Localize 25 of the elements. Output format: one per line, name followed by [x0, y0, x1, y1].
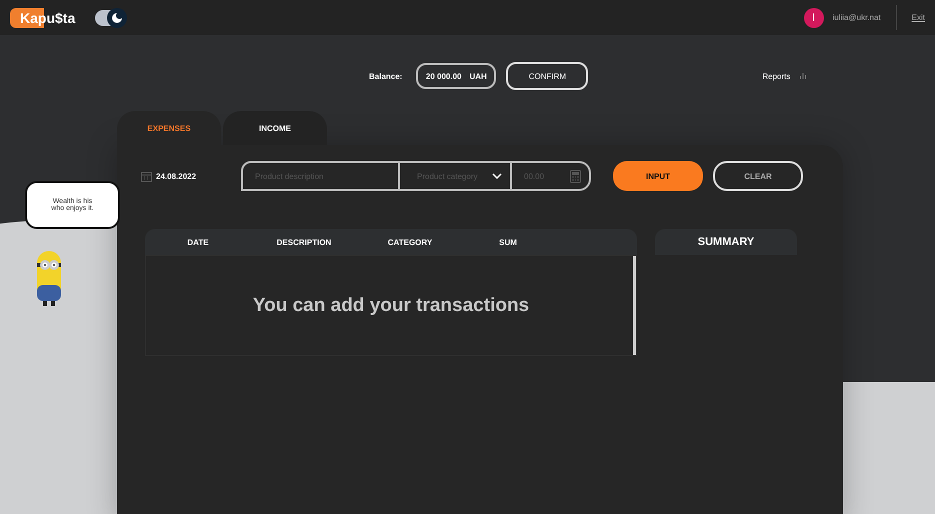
tab[interactable]: EXPENSES: [117, 111, 221, 145]
column-header: SUM: [498, 238, 518, 246]
user-avatar[interactable]: I: [804, 8, 824, 28]
calendar-icon[interactable]: [141, 170, 152, 182]
tab[interactable]: INCOME: [223, 111, 327, 145]
confirm-button[interactable]: CONFIRM: [506, 62, 588, 90]
balance-label: Balance:: [369, 72, 402, 80]
column-header: DESCRIPTION: [276, 238, 332, 246]
theme-toggle[interactable]: [95, 10, 126, 26]
column-header: DATE: [186, 238, 210, 246]
column-header: CATEGORY: [386, 238, 434, 246]
empty-message: You can add your transactions: [252, 294, 530, 316]
clear-button[interactable]: CLEAR: [713, 161, 803, 191]
input-button[interactable]: INPUT: [613, 161, 703, 191]
balance-field[interactable]: 20 000.00 UAH: [416, 63, 496, 89]
chevron-down-icon: [492, 173, 502, 179]
exit-link[interactable]: Exit: [912, 13, 925, 22]
user-email: iuliia@ukr.nat: [832, 13, 881, 22]
bar-chart-icon[interactable]: [800, 73, 806, 79]
date-text[interactable]: 24.08.2022: [156, 172, 196, 180]
summary-title: SUMMARY: [698, 236, 754, 248]
moon-icon: [111, 12, 124, 24]
scrollbar[interactable]: [633, 256, 636, 355]
calculator-icon: [570, 170, 581, 182]
reports-link[interactable]: Reports: [762, 72, 790, 80]
